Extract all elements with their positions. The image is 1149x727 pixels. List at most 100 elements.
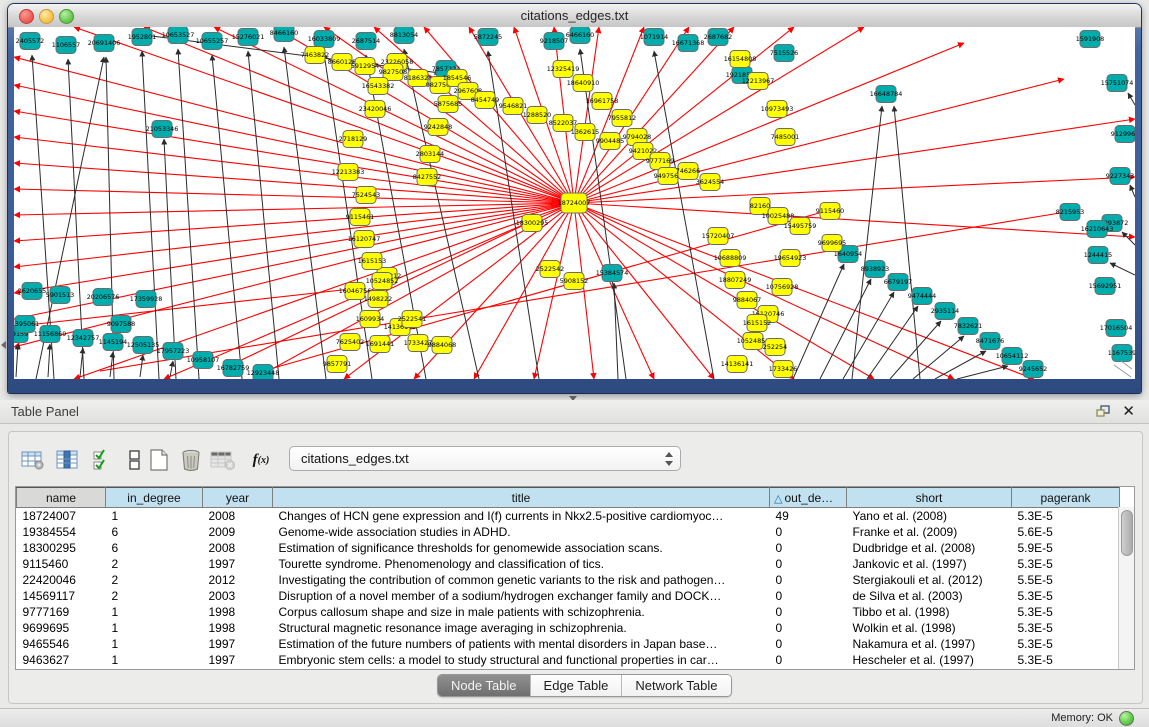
table-cell[interactable]: 0 — [770, 572, 847, 588]
table-cell[interactable]: 5.3E-5 — [1012, 508, 1120, 525]
table-cell[interactable]: 5.3E-5 — [1012, 652, 1120, 668]
citation-edge-black[interactable] — [248, 51, 279, 379]
citation-edge-black[interactable] — [793, 264, 844, 379]
column-header-year[interactable]: year — [203, 488, 273, 508]
table-row[interactable]: 1938455462009Genome-wide association stu… — [17, 524, 1120, 540]
table-cell[interactable]: 9465546 — [17, 636, 106, 652]
table-cell[interactable]: 6 — [106, 540, 203, 556]
column-header-name[interactable]: name — [17, 488, 106, 508]
table-cell[interactable]: 1997 — [203, 652, 273, 668]
citation-edge-black[interactable] — [894, 106, 920, 379]
table-cell[interactable]: 5.3E-5 — [1012, 636, 1120, 652]
table-cell[interactable]: 1 — [106, 620, 203, 636]
table-cell[interactable]: 18724007 — [17, 508, 106, 525]
table-mode-icon[interactable] — [19, 446, 47, 474]
citation-edge-black[interactable] — [1130, 185, 1135, 197]
table-cell[interactable]: 1998 — [203, 620, 273, 636]
citation-edge-black[interactable] — [16, 344, 18, 377]
column-header-pagerank[interactable]: pagerank — [1012, 488, 1120, 508]
table-vertical-scrollbar[interactable] — [1118, 507, 1134, 669]
table-cell[interactable]: 2 — [106, 588, 203, 604]
citation-edge-black[interactable] — [212, 55, 242, 379]
table-cell[interactable]: Yano et al. (2008) — [847, 508, 1012, 525]
citation-edge-red[interactable] — [574, 27, 599, 203]
citation-edge-red[interactable] — [14, 137, 574, 203]
table-cell[interactable]: 1 — [106, 604, 203, 620]
citation-edge-black[interactable] — [935, 351, 986, 379]
citation-edge-black[interactable] — [1128, 93, 1135, 105]
citation-edge-red[interactable] — [14, 203, 574, 347]
table-cell[interactable]: 1 — [106, 652, 203, 668]
table-cell[interactable]: 5.5E-5 — [1012, 572, 1120, 588]
float-panel-icon[interactable] — [1096, 405, 1110, 418]
table-cell[interactable]: 5.3E-5 — [1012, 588, 1120, 604]
citation-edge-black[interactable] — [820, 279, 871, 379]
table-cell[interactable]: 19384554 — [17, 524, 106, 540]
table-panel-titlebar[interactable]: Table Panel ✕ — [0, 400, 1149, 424]
table-cell[interactable]: 22420046 — [17, 572, 106, 588]
table-cell[interactable]: 0 — [770, 620, 847, 636]
table-cell[interactable]: 49 — [770, 508, 847, 525]
table-cell[interactable]: 0 — [770, 524, 847, 540]
collapse-left-arrow-icon[interactable] — [1, 341, 6, 349]
table-row[interactable]: 969969511998Structural magnetic resonanc… — [17, 620, 1120, 636]
table-cell[interactable]: 2009 — [203, 524, 273, 540]
table-cell[interactable]: 0 — [770, 604, 847, 620]
memory-ok-indicator-icon[interactable] — [1119, 711, 1134, 726]
close-panel-icon[interactable]: ✕ — [1122, 402, 1135, 420]
table-cell[interactable]: Tibbo et al. (1998) — [847, 604, 1012, 620]
table-cell[interactable]: 1 — [106, 636, 203, 652]
table-cell[interactable]: Genome-wide association studies in ADHD. — [273, 524, 770, 540]
tab-network-table[interactable]: Network Table — [622, 675, 730, 696]
table-cell[interactable]: Investigating the contribution of common… — [273, 572, 770, 588]
table-cell[interactable]: 14569117 — [17, 588, 106, 604]
table-cell[interactable]: Stergiakouli et al. (2012) — [847, 572, 1012, 588]
table-cell[interactable]: 5.3E-5 — [1012, 604, 1120, 620]
table-cell[interactable]: 0 — [770, 636, 847, 652]
citation-edge-black[interactable] — [654, 51, 714, 379]
network-canvas-container[interactable]: 2405572110655720691406195280110653527106… — [14, 27, 1135, 379]
table-cell[interactable]: Wolkin et al. (1998) — [847, 620, 1012, 636]
table-row[interactable]: 1830029562008Estimation of significance … — [17, 540, 1120, 556]
window-titlebar[interactable]: citations_edges.txt — [8, 4, 1141, 28]
table-row[interactable]: 946362711997Embryonic stem cells: a mode… — [17, 652, 1120, 668]
table-cell[interactable]: Nakamura et al. (1997) — [847, 636, 1012, 652]
table-cell[interactable]: 5.6E-5 — [1012, 524, 1120, 540]
delete-columns-icon[interactable] — [177, 446, 205, 474]
citation-edge-black[interactable] — [1122, 232, 1135, 245]
citation-edge-black[interactable] — [80, 348, 83, 377]
table-cell[interactable]: 5.9E-5 — [1012, 540, 1120, 556]
table-cell[interactable]: Dudbridge et al. (2008) — [847, 540, 1012, 556]
table-cell[interactable]: Estimation of significance thresholds fo… — [273, 540, 770, 556]
citation-edge-black[interactable] — [843, 292, 894, 379]
citation-edge-black[interactable] — [140, 355, 143, 377]
table-cell[interactable]: 6 — [106, 524, 203, 540]
select-rows-icon[interactable] — [89, 446, 117, 474]
table-cell[interactable]: 1997 — [203, 636, 273, 652]
table-row[interactable]: 977716911998Corpus callosum shape and si… — [17, 604, 1120, 620]
citation-edge-black[interactable] — [1110, 263, 1135, 275]
table-cell[interactable]: 2008 — [203, 508, 273, 525]
citation-edge-black[interactable] — [178, 49, 199, 379]
table-row[interactable]: 1872400712008Changes of HCN gene express… — [17, 508, 1120, 525]
table-cell[interactable]: 2008 — [203, 540, 273, 556]
table-row[interactable]: 946554611997Estimation of the future num… — [17, 636, 1120, 652]
table-cell[interactable]: 0 — [770, 540, 847, 556]
scrollbar-thumb[interactable] — [1121, 510, 1133, 556]
table-cell[interactable]: 9777169 — [17, 604, 106, 620]
table-cell[interactable]: 0 — [770, 556, 847, 572]
function-builder-icon[interactable]: f(x) — [247, 446, 275, 474]
tab-edge-table[interactable]: Edge Table — [531, 675, 623, 696]
citation-edge-black[interactable] — [110, 352, 113, 377]
table-row[interactable]: 2242004622012Investigating the contribut… — [17, 572, 1120, 588]
table-cell[interactable]: Jankovic et al. (1997) — [847, 556, 1012, 572]
table-row[interactable]: 1456911722003Disruption of a novel membe… — [17, 588, 1120, 604]
table-cell[interactable]: Tourette syndrome. Phenomenology and cla… — [273, 556, 770, 572]
tab-node-table[interactable]: Node Table — [438, 675, 531, 696]
citation-edge-red[interactable] — [574, 43, 964, 203]
table-cell[interactable]: Corpus callosum shape and size in male p… — [273, 604, 770, 620]
table-cell[interactable]: 9115460 — [17, 556, 106, 572]
table-cell[interactable]: 1 — [106, 508, 203, 525]
table-cell[interactable]: 9463627 — [17, 652, 106, 668]
column-header-short[interactable]: short — [847, 488, 1012, 508]
